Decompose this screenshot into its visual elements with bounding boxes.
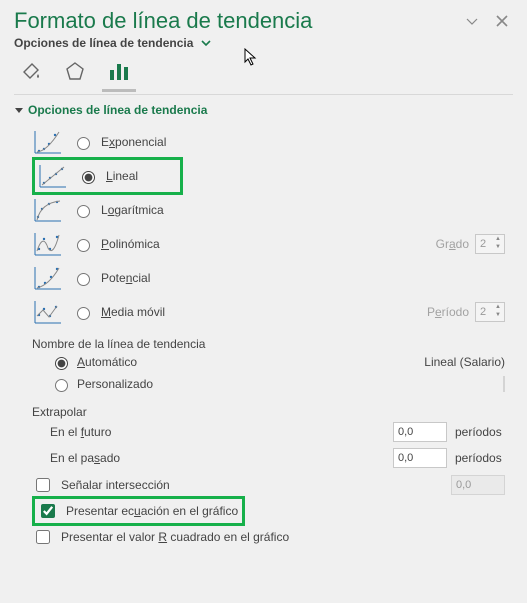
trend-option-logarithmic[interactable]: Logarítmica <box>14 193 513 227</box>
trendline-name-header: Nombre de la línea de tendencia <box>32 337 513 351</box>
log-curve-icon <box>33 197 63 223</box>
tab-fill[interactable] <box>18 58 44 84</box>
label-logarithmic: Logarítmica <box>101 203 164 217</box>
tab-trendline-options[interactable] <box>106 58 132 84</box>
backward-row: En el pasado 0,0 períodos <box>50 445 513 471</box>
trend-option-polynomial[interactable]: Polinómica Grado 2▲▼ <box>14 227 513 261</box>
exponential-curve-icon <box>33 129 63 155</box>
label-show-r2: Presentar el valor R cuadrado en el gráf… <box>61 530 289 544</box>
label-forward: En el futuro <box>50 425 385 439</box>
show-equation-row[interactable]: Presentar ecuación en el gráfico <box>32 499 513 523</box>
collapse-triangle-icon <box>14 105 24 115</box>
trend-option-moving-avg[interactable]: Media móvil Período 2▲▼ <box>14 295 513 329</box>
checkbox-show-equation[interactable] <box>41 504 55 518</box>
radio-exponential[interactable] <box>77 137 90 150</box>
section-header-label: Opciones de línea de tendencia <box>28 103 207 117</box>
label-show-equation: Presentar ecuación en el gráfico <box>66 504 238 518</box>
set-intercept-row[interactable]: Señalar intersección 0,0 <box>32 473 513 497</box>
label-power: Potencial <box>101 271 150 285</box>
label-set-intercept: Señalar intersección <box>61 478 170 492</box>
radio-logarithmic[interactable] <box>77 205 90 218</box>
poly-curve-icon <box>33 231 63 257</box>
label-linear: Lineal <box>106 169 138 183</box>
radio-custom-name[interactable] <box>55 379 68 392</box>
radio-polynomial[interactable] <box>77 239 90 252</box>
intercept-input: 0,0 <box>451 475 505 495</box>
grado-label: Grado <box>436 237 469 251</box>
radio-auto-name[interactable] <box>55 357 68 370</box>
tab-effects[interactable] <box>62 58 88 84</box>
label-auto-name: Automático <box>77 355 137 369</box>
label-custom-name: Personalizado <box>77 377 153 391</box>
forward-row: En el futuro 0,0 períodos <box>50 419 513 445</box>
options-dropdown-label[interactable]: Opciones de línea de tendencia <box>14 36 193 50</box>
radio-linear[interactable] <box>82 171 95 184</box>
name-custom-row[interactable]: Personalizado <box>50 373 513 395</box>
periodo-label: Período <box>427 305 469 319</box>
radio-power[interactable] <box>77 273 90 286</box>
label-polynomial: Polinómica <box>101 237 160 251</box>
label-moving-avg: Media móvil <box>101 305 165 319</box>
chevron-down-icon[interactable] <box>199 36 213 50</box>
custom-name-input <box>503 376 505 392</box>
backward-input[interactable]: 0,0 <box>393 448 447 468</box>
forward-input[interactable]: 0,0 <box>393 422 447 442</box>
trend-option-exponential[interactable]: Exponencial <box>14 125 513 159</box>
forward-units: períodos <box>455 425 513 439</box>
label-backward: En el pasado <box>50 451 385 465</box>
bar-chart-icon <box>108 60 130 82</box>
extrapolate-header: Extrapolar <box>32 405 513 419</box>
power-curve-icon <box>33 265 63 291</box>
name-auto-row[interactable]: Automático Lineal (Salario) <box>50 351 513 373</box>
section-header-trendline-options[interactable]: Opciones de línea de tendencia <box>14 103 513 117</box>
backward-units: períodos <box>455 451 513 465</box>
show-r2-row[interactable]: Presentar el valor R cuadrado en el gráf… <box>32 525 513 549</box>
moving-avg-icon <box>33 299 63 325</box>
paint-bucket-icon <box>19 59 43 83</box>
trend-option-linear[interactable]: Lineal <box>14 159 513 193</box>
tab-strip <box>18 58 513 84</box>
pentagon-icon <box>63 59 87 83</box>
close-icon[interactable] <box>491 10 513 32</box>
radio-moving-avg[interactable] <box>77 307 90 320</box>
grado-spinner: 2▲▼ <box>475 234 505 254</box>
trend-option-power[interactable]: Potencial <box>14 261 513 295</box>
checkbox-show-r2[interactable] <box>36 530 50 544</box>
label-exponential: Exponencial <box>101 135 166 149</box>
pane-title: Formato de línea de tendencia <box>14 8 461 34</box>
auto-name-value: Lineal (Salario) <box>424 355 513 369</box>
dropdown-caret-icon[interactable] <box>461 10 483 32</box>
linear-curve-icon <box>38 163 68 189</box>
checkbox-set-intercept[interactable] <box>36 478 50 492</box>
periodo-spinner: 2▲▼ <box>475 302 505 322</box>
